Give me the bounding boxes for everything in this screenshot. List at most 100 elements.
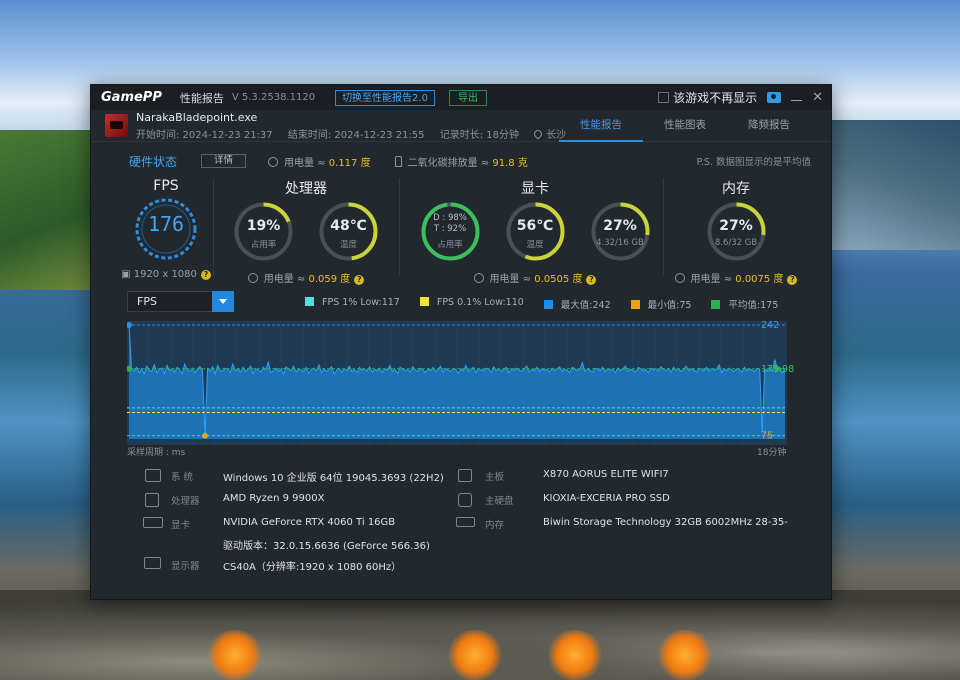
- help-icon[interactable]: ?: [200, 270, 211, 280]
- metric-select[interactable]: FPS: [127, 291, 234, 312]
- version-label: V 5.3.2538.1120: [231, 92, 316, 103]
- cpu-power-value: 0.059 度: [308, 274, 351, 285]
- legend-item: 最大值:242: [543, 297, 611, 311]
- legend-item: FPS 1% Low:117: [305, 297, 400, 311]
- gpu-title: 显卡: [521, 181, 549, 197]
- legend-label: FPS 1% Low:117: [322, 297, 400, 308]
- power-icon: [674, 273, 685, 283]
- gpu-label: 显卡: [171, 520, 191, 531]
- gpu-usage-label: 占用率: [437, 240, 463, 250]
- gpu-usage-gauge: D : 98% T : 92% 占用率: [420, 201, 481, 262]
- cpu-usage-value: 19%: [246, 218, 281, 234]
- minimize-icon[interactable]: [791, 100, 803, 101]
- gpu-vram-gauge: 27% 4.32/16 GB: [590, 201, 651, 262]
- cpu-usage-label: 占用率: [250, 240, 277, 250]
- gpu-group: 显卡 D : 98% T : 92% 占用率 56℃ 温度 27% 4.32/1…: [409, 178, 661, 285]
- detail-button[interactable]: 详情: [201, 154, 247, 168]
- tab-performance-report[interactable]: 性能报告: [559, 110, 643, 142]
- cpu-label: 处理器: [171, 496, 200, 507]
- power-icon: [268, 156, 279, 167]
- memory-group: 内存 27% 8.6/32 GB 用电量 ≈ 0.0075 度?: [671, 178, 801, 285]
- legend-swatch: [711, 300, 721, 309]
- chart-legend: FPS 1% Low:117 FPS 0.1% Low:110 最大值:242 …: [305, 297, 778, 311]
- gpu-power-label: 用电量 ≈: [489, 274, 532, 285]
- min-value-label: 75: [761, 431, 773, 442]
- chart-x-end-label: 18分钟: [757, 448, 787, 458]
- no-show-checkbox[interactable]: 该游戏不再显示: [658, 89, 757, 106]
- metric-select-value: FPS: [137, 295, 157, 308]
- help-icon[interactable]: ?: [787, 275, 798, 285]
- legend-label: 最小值:75: [647, 300, 692, 311]
- resolution-value: 1920 x 1080: [133, 269, 197, 280]
- wallpaper-forest: [0, 130, 90, 290]
- motherboard-icon: [458, 469, 472, 482]
- legend-swatch: [419, 297, 429, 306]
- avg-value-label: 175.98: [761, 364, 794, 375]
- memory-power-value: 0.0075 度: [735, 274, 784, 285]
- cpu-power-label: 用电量 ≈: [263, 274, 306, 285]
- legend-swatch: [305, 297, 314, 306]
- memory-usage-label: 8.6/32 GB: [714, 238, 758, 248]
- gpu-vram-value: 27%: [603, 218, 637, 234]
- memory-icon: [456, 517, 475, 527]
- gpu-icon: [143, 517, 163, 528]
- motherboard-label: 主板: [485, 472, 505, 483]
- motherboard-value: X870 AORUS ELITE WIFI7: [543, 469, 669, 480]
- disk-icon: [458, 493, 472, 507]
- fps-chart[interactable]: 242 175.98 75: [127, 321, 799, 445]
- report-tabs: 性能报告 性能图表 降频报告: [559, 110, 811, 142]
- cpu-usage-gauge: 19% 占用率: [233, 201, 294, 262]
- tab-throttle-report[interactable]: 降频报告: [727, 110, 811, 142]
- memory-label: 内存: [485, 520, 505, 531]
- windows-icon: [145, 469, 161, 482]
- title-bar[interactable]: GamePP 性能报告 V 5.3.2538.1120 切换至性能报告2.0 导…: [91, 85, 831, 110]
- co2-value: 91.8 克: [492, 157, 528, 169]
- wallpaper-flower: [445, 630, 505, 680]
- hardware-status-title: 硬件状态: [129, 154, 178, 169]
- fps-group: FPS 176 ▣ 1920 x 1080?: [119, 178, 213, 280]
- gpu-temp-gauge: 56℃ 温度: [505, 201, 566, 262]
- average-note: P.S. 数据图显示的是平均值: [696, 157, 811, 168]
- camera-icon[interactable]: [767, 92, 782, 103]
- co2-icon: [394, 155, 402, 167]
- cpu-group: 处理器 19% 占用率 48℃ 温度 用电量 ≈ 0.059 度?: [223, 178, 389, 285]
- memory-title: 内存: [722, 181, 750, 197]
- gpu-temp-label: 温度: [526, 240, 544, 250]
- export-button[interactable]: 导出: [448, 89, 487, 106]
- duration: 记录时长: 18分钟: [439, 129, 519, 141]
- help-icon[interactable]: ?: [354, 275, 365, 285]
- gpu-value: NVIDIA GeForce RTX 4060 Ti 16GB: [223, 517, 396, 528]
- exe-name: NarakaBladepoint.exe: [136, 110, 258, 124]
- tab-performance-chart[interactable]: 性能图表: [643, 110, 727, 142]
- monitor-icon: ▣: [121, 269, 131, 280]
- wallpaper-flower: [545, 630, 605, 680]
- disk-value: KIOXIA-EXCERIA PRO SSD: [543, 493, 670, 504]
- location-pin-icon: [532, 127, 544, 140]
- gpu-temp-value: 56℃: [516, 218, 554, 234]
- legend-item: 最小值:75: [630, 297, 692, 311]
- hardware-status-bar: 硬件状态 详情 用电量 ≈ 0.117 度 二氧化碳排放量 ≈ 91.8 克 P…: [129, 152, 811, 170]
- chevron-down-icon[interactable]: [212, 291, 234, 312]
- power-icon: [473, 273, 484, 283]
- memory-value: Biwin Storage Technology 32GB 6002MHz 28…: [543, 517, 788, 528]
- cpu-title: 处理器: [285, 181, 327, 197]
- divider: [399, 178, 400, 276]
- legend-item: FPS 0.1% Low:110: [419, 297, 524, 311]
- cpu-value: AMD Ryzen 9 9900X: [223, 493, 325, 504]
- help-icon[interactable]: ?: [586, 275, 597, 285]
- display-value: CS40A（分辨率:1920 x 1080 60Hz）: [223, 562, 402, 573]
- cpu-icon: [145, 493, 159, 507]
- memory-usage-value: 27%: [719, 218, 753, 234]
- checkbox-icon[interactable]: [658, 92, 670, 103]
- display-icon: [144, 557, 161, 569]
- fps-value: 176: [147, 212, 185, 236]
- wallpaper-hill: [830, 120, 960, 250]
- close-icon[interactable]: ✕: [812, 90, 823, 105]
- window-title: 性能报告: [179, 91, 224, 105]
- legend-label: FPS 0.1% Low:110: [436, 297, 524, 308]
- end-time: 结束时间: 2024-12-23 21:55: [287, 129, 425, 141]
- os-label: 系 统: [171, 472, 194, 483]
- switch-report-button[interactable]: 切换至性能报告2.0: [335, 89, 435, 106]
- power-icon: [247, 273, 258, 283]
- legend-label: 最大值:242: [560, 300, 611, 311]
